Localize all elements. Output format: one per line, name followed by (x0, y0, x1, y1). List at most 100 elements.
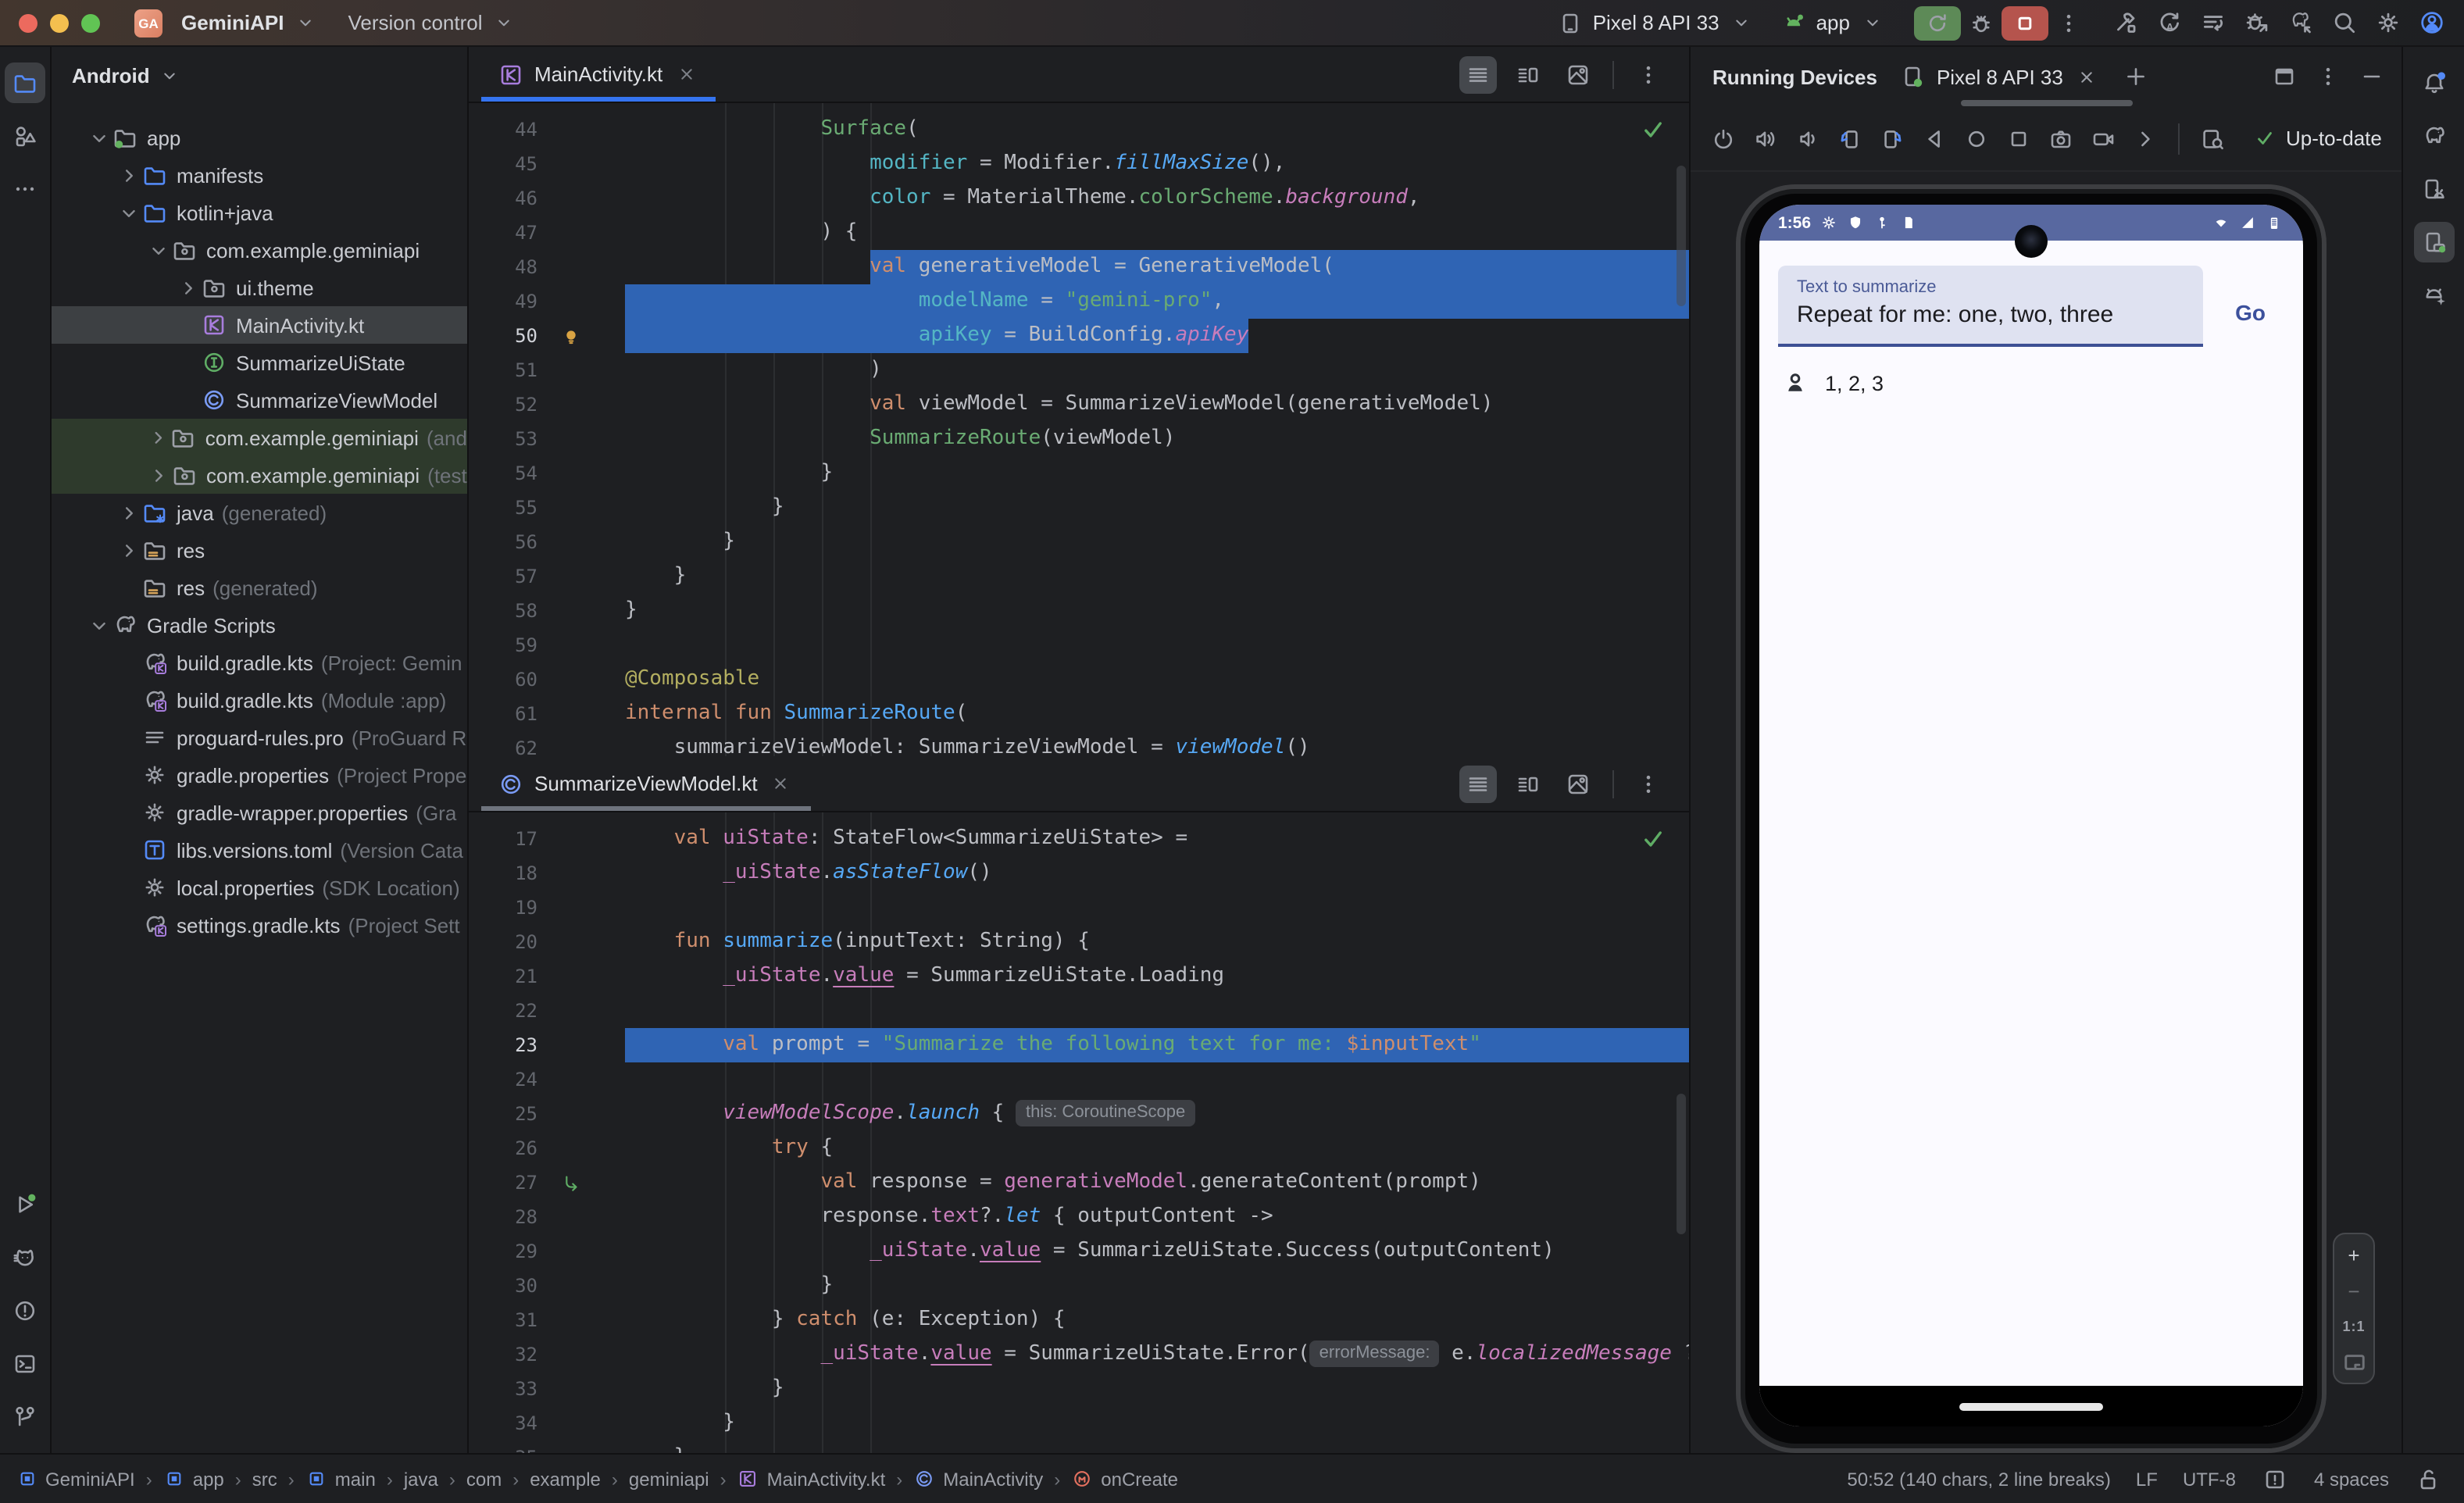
close-icon[interactable] (2073, 62, 2101, 91)
device-selector[interactable]: Pixel 8 API 33 (1548, 5, 1765, 40)
chevron-down-icon[interactable] (87, 613, 111, 637)
breadcrumb-item[interactable]: main (305, 1468, 376, 1490)
tool-stripe-running-devices[interactable] (2413, 222, 2454, 262)
editor-tab[interactable]: SummarizeViewModel.kt (481, 756, 811, 811)
text-to-summarize-field[interactable]: Text to summarize Repeat for me: one, tw… (1778, 266, 2203, 347)
chevron-right-icon[interactable] (117, 538, 141, 562)
chevron-right-icon[interactable] (147, 463, 170, 487)
device-tab[interactable]: Pixel 8 API 33 (1893, 62, 2107, 91)
tree-item[interactable]: proguard-rules.pro(ProGuard R (52, 719, 467, 756)
tree-item[interactable]: java(generated) (52, 494, 467, 531)
tool-stripe-logcat[interactable] (5, 1237, 45, 1278)
intention-bulb-icon[interactable] (556, 322, 584, 350)
chevron-right-icon[interactable] (117, 501, 141, 524)
tree-item[interactable]: MainActivity.kt (52, 306, 467, 344)
scrollbar-thumb[interactable] (1677, 166, 1686, 306)
tree-item[interactable]: kotlin+java (52, 194, 467, 231)
tree-item[interactable]: ui.theme (52, 269, 467, 306)
project-selector[interactable]: GA GeminiAPI (134, 9, 320, 37)
breadcrumb-item[interactable]: MainActivity (913, 1468, 1043, 1490)
apply-changes-icon[interactable]: A (2155, 9, 2183, 37)
close-window-button[interactable] (19, 13, 37, 32)
go-button[interactable]: Go (2235, 300, 2266, 347)
search-everywhere-icon[interactable] (2330, 9, 2358, 37)
tree-item[interactable]: manifests (52, 156, 467, 194)
screen-record-icon[interactable] (2089, 124, 2117, 152)
design-preview-icon[interactable] (1559, 765, 1597, 802)
power-icon[interactable] (1709, 124, 1737, 152)
chevron-down-icon[interactable] (87, 126, 111, 149)
run-configuration-selector[interactable]: app (1771, 5, 1895, 40)
split-view-icon[interactable] (1509, 765, 1547, 802)
code-view-icon[interactable] (1459, 55, 1497, 93)
tool-stripe-notifications[interactable] (2413, 62, 2454, 103)
zoom-fit-button[interactable] (2340, 1351, 2368, 1373)
chevron-down-icon[interactable] (147, 238, 170, 262)
tool-stripe-gradle[interactable] (2413, 116, 2454, 156)
tree-item[interactable]: SummarizeViewModel (52, 381, 467, 419)
chevron-right-icon[interactable] (147, 427, 170, 449)
chevron-down-icon[interactable] (117, 201, 141, 224)
breadcrumb-item[interactable]: geminiapi (629, 1468, 709, 1490)
tool-stripe-version-control[interactable] (5, 1397, 45, 1437)
zoom-in-button[interactable]: + (2340, 1244, 2368, 1266)
tree-item[interactable]: res (52, 531, 467, 569)
debug-app-icon[interactable] (1967, 9, 1995, 37)
tree-item[interactable]: settings.gradle.kts(Project Sett (52, 906, 467, 944)
breadcrumb-item[interactable]: GeminiAPI (16, 1468, 135, 1490)
tool-stripe-terminal[interactable] (5, 1344, 45, 1384)
chevron-right-icon[interactable] (177, 276, 200, 299)
tree-item[interactable]: libs.versions.toml(Version Cata (52, 831, 467, 869)
breadcrumb-item[interactable]: java (404, 1468, 438, 1490)
phone-screen[interactable]: 1:56 Text to summarize Repeat for me: on… (1759, 205, 2303, 1426)
tool-stripe-device-manager[interactable] (2413, 169, 2454, 209)
tree-item[interactable]: res(generated) (52, 569, 467, 606)
close-icon[interactable] (672, 60, 700, 88)
volume-up-icon[interactable] (1752, 124, 1780, 152)
indent-widget[interactable]: 4 spaces (2314, 1468, 2389, 1490)
editor-more-options-icon[interactable] (1630, 55, 1667, 93)
rerun-app-button[interactable] (1914, 5, 1961, 40)
scrollbar-thumb[interactable] (1677, 1094, 1686, 1234)
caret-position-widget[interactable]: 50:52 (140 chars, 2 line breaks) (1847, 1468, 2111, 1490)
build-icon[interactable] (2111, 9, 2139, 37)
code-area[interactable]: 17 val uiState: StateFlow<SummarizeUiSta… (469, 812, 1689, 1453)
tree-item[interactable]: local.properties(SDK Location) (52, 869, 467, 906)
encoding-widget[interactable]: UTF-8 (2183, 1468, 2236, 1490)
volume-down-icon[interactable] (1794, 124, 1822, 152)
breadcrumb-item[interactable]: example (530, 1468, 601, 1490)
tree-item[interactable]: Gradle Scripts (52, 606, 467, 644)
settings-icon[interactable] (2373, 9, 2402, 37)
profiler-icon[interactable] (2198, 9, 2227, 37)
editor-tab[interactable]: MainActivity.kt (481, 47, 716, 102)
zoom-reset-button[interactable]: 1:1 (2340, 1316, 2368, 1337)
tool-stripe-run[interactable] (5, 1184, 45, 1225)
tool-stripe-gemini[interactable] (2413, 275, 2454, 316)
tool-stripe-problems[interactable] (5, 1291, 45, 1331)
breadcrumb-item[interactable]: MainActivity.kt (737, 1468, 886, 1490)
attach-debugger-icon[interactable] (2242, 9, 2270, 37)
unlock-icon[interactable] (2414, 1465, 2442, 1493)
more-actions-icon[interactable] (2131, 124, 2159, 152)
tree-item[interactable]: gradle.properties(Project Prope (52, 756, 467, 794)
project-view-selector[interactable]: Android (52, 47, 467, 103)
tool-stripe-resource-manager[interactable] (5, 116, 45, 156)
tree-item[interactable]: build.gradle.kts(Project: Gemin (52, 644, 467, 681)
inspections-ok-icon[interactable] (1639, 825, 1667, 853)
breadcrumb-item[interactable]: com (466, 1468, 502, 1490)
zoom-out-button[interactable]: − (2340, 1280, 2368, 1301)
tree-item[interactable]: com.example.geminiapi (52, 231, 467, 269)
line-ending-widget[interactable]: LF (2136, 1468, 2158, 1490)
float-panel-icon[interactable] (2270, 62, 2298, 91)
screenshot-icon[interactable] (2047, 124, 2075, 152)
home-pill[interactable] (1959, 1402, 2103, 1410)
more-run-options-icon[interactable] (2055, 9, 2083, 37)
chevron-right-icon[interactable] (117, 163, 141, 187)
gradle-sync-icon[interactable] (2286, 9, 2314, 37)
breadcrumb-item[interactable]: onCreate (1071, 1468, 1178, 1490)
back-icon[interactable] (1920, 124, 1948, 152)
home-icon[interactable] (1962, 124, 1991, 152)
panel-drag-handle[interactable] (1960, 100, 2132, 106)
hide-panel-icon[interactable] (2358, 62, 2386, 91)
vcs-menu[interactable]: Version control (348, 9, 519, 37)
